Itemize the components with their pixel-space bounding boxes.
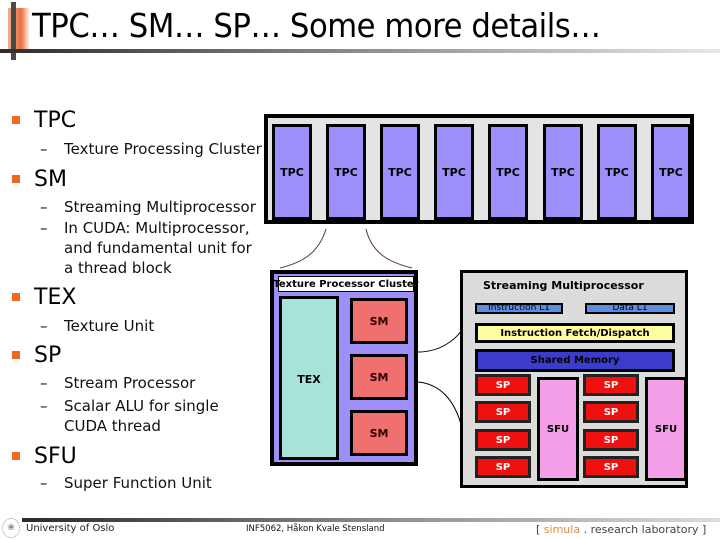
sub-bullet: – In CUDA: Multiprocessor, [40,219,250,237]
bullet-square-icon [12,452,20,460]
cluster-label: Texture Processor Cluster [273,276,419,292]
sfu-unit: SFU [537,377,579,481]
sp-unit: SP [475,374,531,396]
lab-brand: simula [543,523,581,536]
bullet-tex: TEX [12,285,76,310]
tpc-block: TPC [326,124,366,220]
sub-bullet: – Texture Unit [40,317,155,335]
tex-unit: TEX [279,296,339,460]
bullet-square-icon [12,351,20,359]
sub-bullet-continuation: and fundamental unit for [64,239,252,257]
sub-bullet: – Streaming Multiprocessor [40,198,256,216]
bullet-square-icon [12,175,20,183]
sub-bullet: – Scalar ALU for single [40,397,219,415]
sp-unit: SP [583,401,639,423]
tpc-block: TPC [272,124,312,220]
texture-processor-cluster: Texture Processor Cluster TEX SM SM SM [270,270,419,466]
sub-bullet-continuation: a thread block [64,259,172,277]
sm-to-multiprocessor-bottom-curve [417,381,463,429]
bullet-tpc: TPC [12,108,76,133]
tpc-block: TPC [488,124,528,220]
sp-unit: SP [583,456,639,478]
sp-unit: SP [475,401,531,423]
tpc-block: TPC [543,124,583,220]
sp-unit: SP [475,429,531,451]
multiprocessor-label: Streaming Multiprocessor [483,279,644,292]
tpc-block: TPC [651,124,691,220]
tpc-to-cluster-right-curve [365,228,413,269]
sub-bullet: – Super Function Unit [40,474,212,492]
shared-memory: Shared Memory [475,349,675,372]
slide-title: TPC… SM… SP… Some more details… [32,6,601,45]
bullet-square-icon [12,293,20,301]
sub-bullet: – Stream Processor [40,374,196,392]
sp-unit: SP [475,456,531,478]
tpc-to-cluster-left-curve [279,228,327,269]
sp-unit: SP [583,374,639,396]
sp-unit: SP [583,429,639,451]
streaming-multiprocessor: Streaming Multiprocessor Instruction L1 … [460,270,688,488]
tpc-block: TPC [434,124,474,220]
instruction-fetch-dispatch: Instruction Fetch/Dispatch [475,323,675,343]
university-seal-icon: ❀ [2,518,20,538]
gpu-tpc-array: TPC TPC TPC TPC TPC TPC TPC TPC [264,114,694,224]
tpc-block: TPC [597,124,637,220]
footer-lab: [ simula . research laboratory ] [536,523,707,536]
sub-bullet: – Texture Processing Cluster [40,140,262,158]
bullet-sp: SP [12,343,61,368]
sm-block: SM [350,354,408,400]
sfu-unit: SFU [645,377,687,481]
footer-rule [22,518,720,522]
instruction-cache: Instruction L1 [475,303,563,314]
sub-bullet-continuation: CUDA thread [64,417,161,435]
bullet-sfu: SFU [12,444,77,469]
sm-block: SM [350,410,408,456]
footer-institution: University of Oslo [26,523,115,534]
bullet-square-icon [12,116,20,124]
data-cache: Data L1 [585,303,675,314]
footer-course: INF5062, Håkon Kvale Stensland [246,524,385,534]
sm-block: SM [350,298,408,344]
tpc-block: TPC [380,124,420,220]
bullet-sm: SM [12,167,67,192]
title-underline [0,49,720,53]
sm-to-multiprocessor-top-curve [417,329,463,353]
